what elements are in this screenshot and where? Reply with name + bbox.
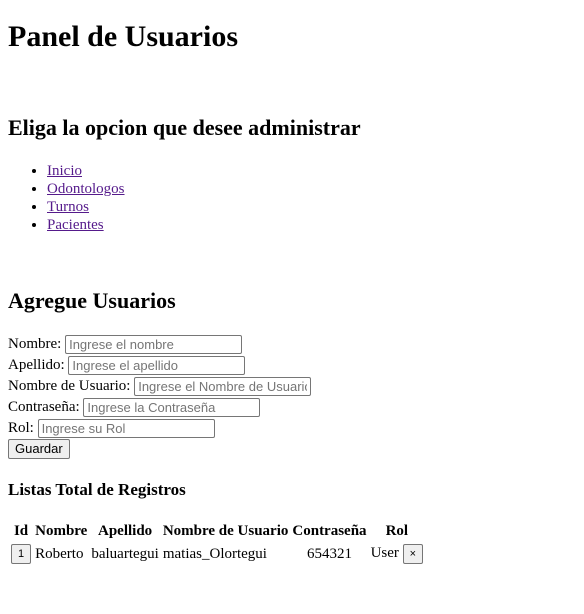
rol-input[interactable] (37, 419, 215, 439)
table-header-row: Id Nombre Apellido Nombre de Usuario Con… (10, 522, 424, 541)
cell-apellido: baluartegui (91, 545, 159, 562)
nav-item-pacientes: Pacientes (47, 216, 125, 234)
usuario-label: Nombre de Usuario: (8, 378, 131, 394)
form-row-usuario: Nombre de Usuario: (8, 376, 312, 397)
contrasena-input[interactable] (83, 398, 261, 418)
nav-item-turnos: Turnos (47, 198, 125, 216)
table-row: 1 Roberto baluartegui matias_Olortegui 6… (10, 543, 424, 565)
nav-link-odontologos[interactable]: Odontologos (47, 181, 125, 197)
save-button-row: Guardar (8, 439, 311, 459)
contrasena-label: Contraseña: (8, 399, 80, 415)
form-row-nombre: Nombre: (8, 334, 311, 355)
nav-item-odontologos: Odontologos (47, 180, 125, 198)
column-header-rol: Rol (385, 523, 409, 539)
column-header-usuario: Nombre de Usuario (162, 523, 289, 539)
row-id-button[interactable]: 1 (11, 544, 32, 564)
column-header-apellido: Apellido (97, 523, 153, 539)
records-table: Id Nombre Apellido Nombre de Usuario Con… (8, 520, 426, 567)
page-title: Panel de Usuarios (8, 20, 239, 53)
apellido-input[interactable] (68, 356, 246, 376)
rol-value: User (370, 545, 399, 561)
nombre-label: Nombre: (8, 336, 62, 352)
column-header-nombre: Nombre (35, 523, 88, 539)
nav-item-inicio: Inicio (47, 162, 125, 180)
column-header-contrasena: Contraseña (292, 523, 367, 539)
cell-usuario: matias_Olortegui (162, 545, 267, 562)
delete-button[interactable]: × (402, 544, 424, 564)
nav-link-inicio[interactable]: Inicio (47, 163, 82, 179)
form-row-apellido: Apellido: (8, 355, 311, 376)
cell-rol: User × (370, 543, 425, 565)
cell-nombre: Roberto (35, 545, 84, 562)
add-user-form: Nombre: Apellido: Nombre de Usuario: Con… (8, 334, 312, 459)
nav-link-pacientes[interactable]: Pacientes (47, 217, 104, 233)
records-heading: Listas Total de Registros (8, 480, 186, 499)
rol-label: Rol: (8, 420, 34, 436)
form-row-contrasena: Contraseña: (8, 397, 311, 418)
save-button[interactable]: Guardar (8, 439, 70, 459)
apellido-label: Apellido: (8, 357, 65, 373)
nombre-input[interactable] (65, 335, 243, 355)
nav-menu: Inicio Odontologos Turnos Pacientes (8, 162, 125, 234)
cell-id: 1 (10, 543, 32, 565)
form-row-rol: Rol: (8, 418, 311, 439)
nav-heading: Eliga la opcion que desee administrar (8, 115, 361, 140)
form-heading: Agregue Usuarios (8, 288, 176, 313)
usuario-input[interactable] (134, 377, 312, 397)
column-header-id: Id (13, 523, 29, 539)
cell-contrasena: 654321 (306, 545, 352, 562)
nav-link-turnos[interactable]: Turnos (47, 199, 89, 215)
